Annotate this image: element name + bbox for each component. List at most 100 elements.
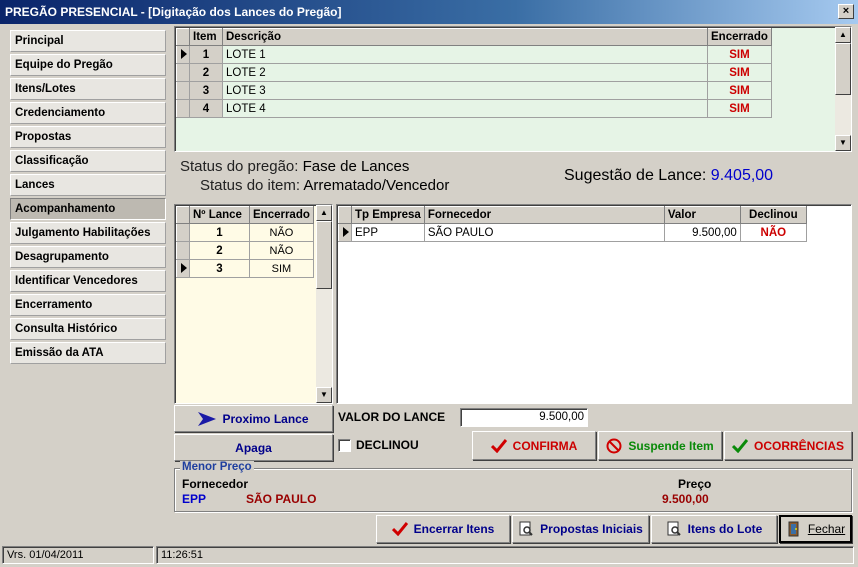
sidebar-item-propostas[interactable]: Propostas: [10, 126, 166, 148]
scroll-down-button[interactable]: ▼: [835, 135, 851, 151]
cell-lance[interactable]: 2: [189, 241, 250, 260]
confirma-button[interactable]: CONFIRMA: [472, 431, 596, 460]
sidebar-item-desagrupamento[interactable]: Desagrupamento: [10, 246, 166, 268]
sidebar-item-emissao-da-ata[interactable]: Emissão da ATA: [10, 342, 166, 364]
row-indicator[interactable]: [176, 259, 190, 278]
col-header-descricao[interactable]: Descrição: [222, 28, 708, 46]
sidebar-item-credenciamento[interactable]: Credenciamento: [10, 102, 166, 124]
col-header-declinou[interactable]: Declinou: [739, 206, 807, 224]
checkmark-icon: [731, 438, 748, 453]
table-row[interactable]: 1 LOTE 1 SIM: [176, 45, 772, 64]
sidebar-item-classificacao[interactable]: Classificação: [10, 150, 166, 172]
sidebar-item-label: Identificar Vencedores: [15, 275, 138, 287]
valor-lance-input[interactable]: 9.500,00: [460, 408, 588, 427]
sidebar-item-identificar-vencedores[interactable]: Identificar Vencedores: [10, 270, 166, 292]
sidebar-item-lances[interactable]: Lances: [10, 174, 166, 196]
document-search-icon: [667, 521, 681, 536]
sidebar: Principal Equipe do Pregão Itens/Lotes Cred…: [0, 24, 172, 544]
cell-encerrado[interactable]: SIM: [707, 99, 772, 118]
cell-tp-empresa[interactable]: EPP: [351, 223, 425, 242]
apaga-button[interactable]: Apaga: [174, 434, 333, 461]
scroll-thumb[interactable]: [316, 221, 332, 289]
table-row[interactable]: 3 LOTE 3 SIM: [176, 81, 772, 100]
sidebar-item-label: Equipe do Pregão: [15, 59, 113, 71]
table-row[interactable]: 2 LOTE 2 SIM: [176, 63, 772, 82]
sidebar-item-principal[interactable]: Principal: [10, 30, 166, 52]
table-row[interactable]: 3 SIM: [176, 259, 314, 278]
cell-encerrado[interactable]: SIM: [707, 45, 772, 64]
menor-preco-fornecedor-label: Fornecedor: [182, 477, 249, 491]
propostas-iniciais-button[interactable]: Propostas Iniciais: [512, 515, 649, 543]
row-pointer-icon: [181, 263, 187, 274]
cell-lance-encerrado[interactable]: SIM: [249, 259, 314, 278]
status-pregao-label: Status do pregão:: [180, 158, 299, 175]
cell-item[interactable]: 4: [189, 99, 223, 118]
arrow-up-icon: ▲: [320, 208, 328, 217]
scroll-down-button[interactable]: ▼: [316, 387, 332, 403]
cell-item[interactable]: 3: [189, 81, 223, 100]
scroll-thumb[interactable]: [835, 43, 851, 95]
suspende-item-button[interactable]: Suspende Item: [598, 431, 722, 460]
row-indicator[interactable]: [176, 223, 190, 242]
proximo-lance-button[interactable]: Proximo Lance: [174, 405, 333, 432]
sidebar-item-consulta-historico[interactable]: Consulta Histórico: [10, 318, 166, 340]
sidebar-item-acompanhamento[interactable]: Acompanhamento: [10, 198, 166, 220]
sidebar-item-label: Lances: [15, 179, 55, 191]
encerrar-itens-label: Encerrar Itens: [413, 522, 495, 536]
scroll-up-button[interactable]: ▲: [835, 27, 851, 43]
cell-descricao[interactable]: LOTE 2: [222, 63, 708, 82]
cell-encerrado[interactable]: SIM: [707, 63, 772, 82]
row-indicator[interactable]: [176, 63, 190, 82]
cell-item[interactable]: 1: [189, 45, 223, 64]
sidebar-item-julgamento-habilitacoes[interactable]: Julgamento Habilitações: [10, 222, 166, 244]
apaga-label: Apaga: [235, 440, 272, 455]
ocorrencias-button[interactable]: OCORRÊNCIAS: [724, 431, 852, 460]
table-row[interactable]: 4 LOTE 4 SIM: [176, 99, 772, 118]
cell-valor[interactable]: 9.500,00: [664, 223, 741, 242]
table-row[interactable]: 2 NÃO: [176, 241, 314, 260]
col-header-fornecedor[interactable]: Fornecedor: [423, 206, 665, 224]
cell-encerrado[interactable]: SIM: [707, 81, 772, 100]
row-indicator[interactable]: [176, 45, 190, 64]
itens-do-lote-button[interactable]: Itens do Lote: [651, 515, 777, 543]
close-window-button[interactable]: ×: [838, 4, 854, 19]
row-indicator[interactable]: [176, 81, 190, 100]
items-scrollbar[interactable]: ▲ ▼: [835, 27, 851, 151]
sidebar-item-equipe-do-pregao[interactable]: Equipe do Pregão: [10, 54, 166, 76]
lances-table: Nº Lance Encerrado 1 NÃO 2 NÃO 3 SIM: [176, 206, 314, 278]
statusbar-time: 11:26:51: [156, 546, 854, 564]
cell-lance-encerrado[interactable]: NÃO: [249, 223, 314, 242]
row-indicator[interactable]: [338, 223, 352, 242]
table-row[interactable]: EPP SÃO PAULO 9.500,00 NÃO: [338, 223, 807, 242]
status-item-value: Arrematado/Vencedor: [303, 177, 450, 194]
suspende-item-label: Suspende Item: [628, 438, 714, 453]
declinou-checkbox[interactable]: [338, 438, 351, 452]
col-header-item[interactable]: Item: [189, 28, 223, 46]
row-indicator[interactable]: [176, 99, 190, 118]
cell-lance-encerrado[interactable]: NÃO: [249, 241, 314, 260]
sidebar-item-label: Encerramento: [15, 299, 93, 311]
cell-descricao[interactable]: LOTE 3: [222, 81, 708, 100]
cell-fornecedor[interactable]: SÃO PAULO: [424, 223, 665, 242]
row-indicator[interactable]: [176, 241, 190, 260]
sidebar-item-encerramento[interactable]: Encerramento: [10, 294, 166, 316]
scroll-up-button[interactable]: ▲: [316, 205, 332, 221]
fechar-button[interactable]: Fechar: [779, 515, 852, 543]
table-row[interactable]: 1 NÃO: [176, 223, 314, 242]
cell-descricao[interactable]: LOTE 1: [222, 45, 708, 64]
cell-declinou[interactable]: NÃO: [740, 223, 807, 242]
col-header-valor[interactable]: Valor: [663, 206, 741, 224]
itens-do-lote-label: Itens do Lote: [687, 522, 763, 536]
encerrar-itens-button[interactable]: Encerrar Itens: [376, 515, 510, 543]
col-header-lance-encerrado[interactable]: Encerrado: [249, 206, 314, 224]
cell-lance[interactable]: 3: [189, 259, 250, 278]
col-header-lance[interactable]: Nº Lance: [189, 206, 250, 224]
cell-descricao[interactable]: LOTE 4: [222, 99, 708, 118]
status-pregao-value: Fase de Lances: [302, 158, 410, 175]
lances-scrollbar[interactable]: ▲ ▼: [316, 205, 332, 403]
col-header-encerrado[interactable]: Encerrado: [707, 28, 772, 46]
cell-lance[interactable]: 1: [189, 223, 250, 242]
col-header-tp-empresa[interactable]: Tp Empresa: [351, 206, 425, 224]
sidebar-item-itens-lotes[interactable]: Itens/Lotes: [10, 78, 166, 100]
cell-item[interactable]: 2: [189, 63, 223, 82]
